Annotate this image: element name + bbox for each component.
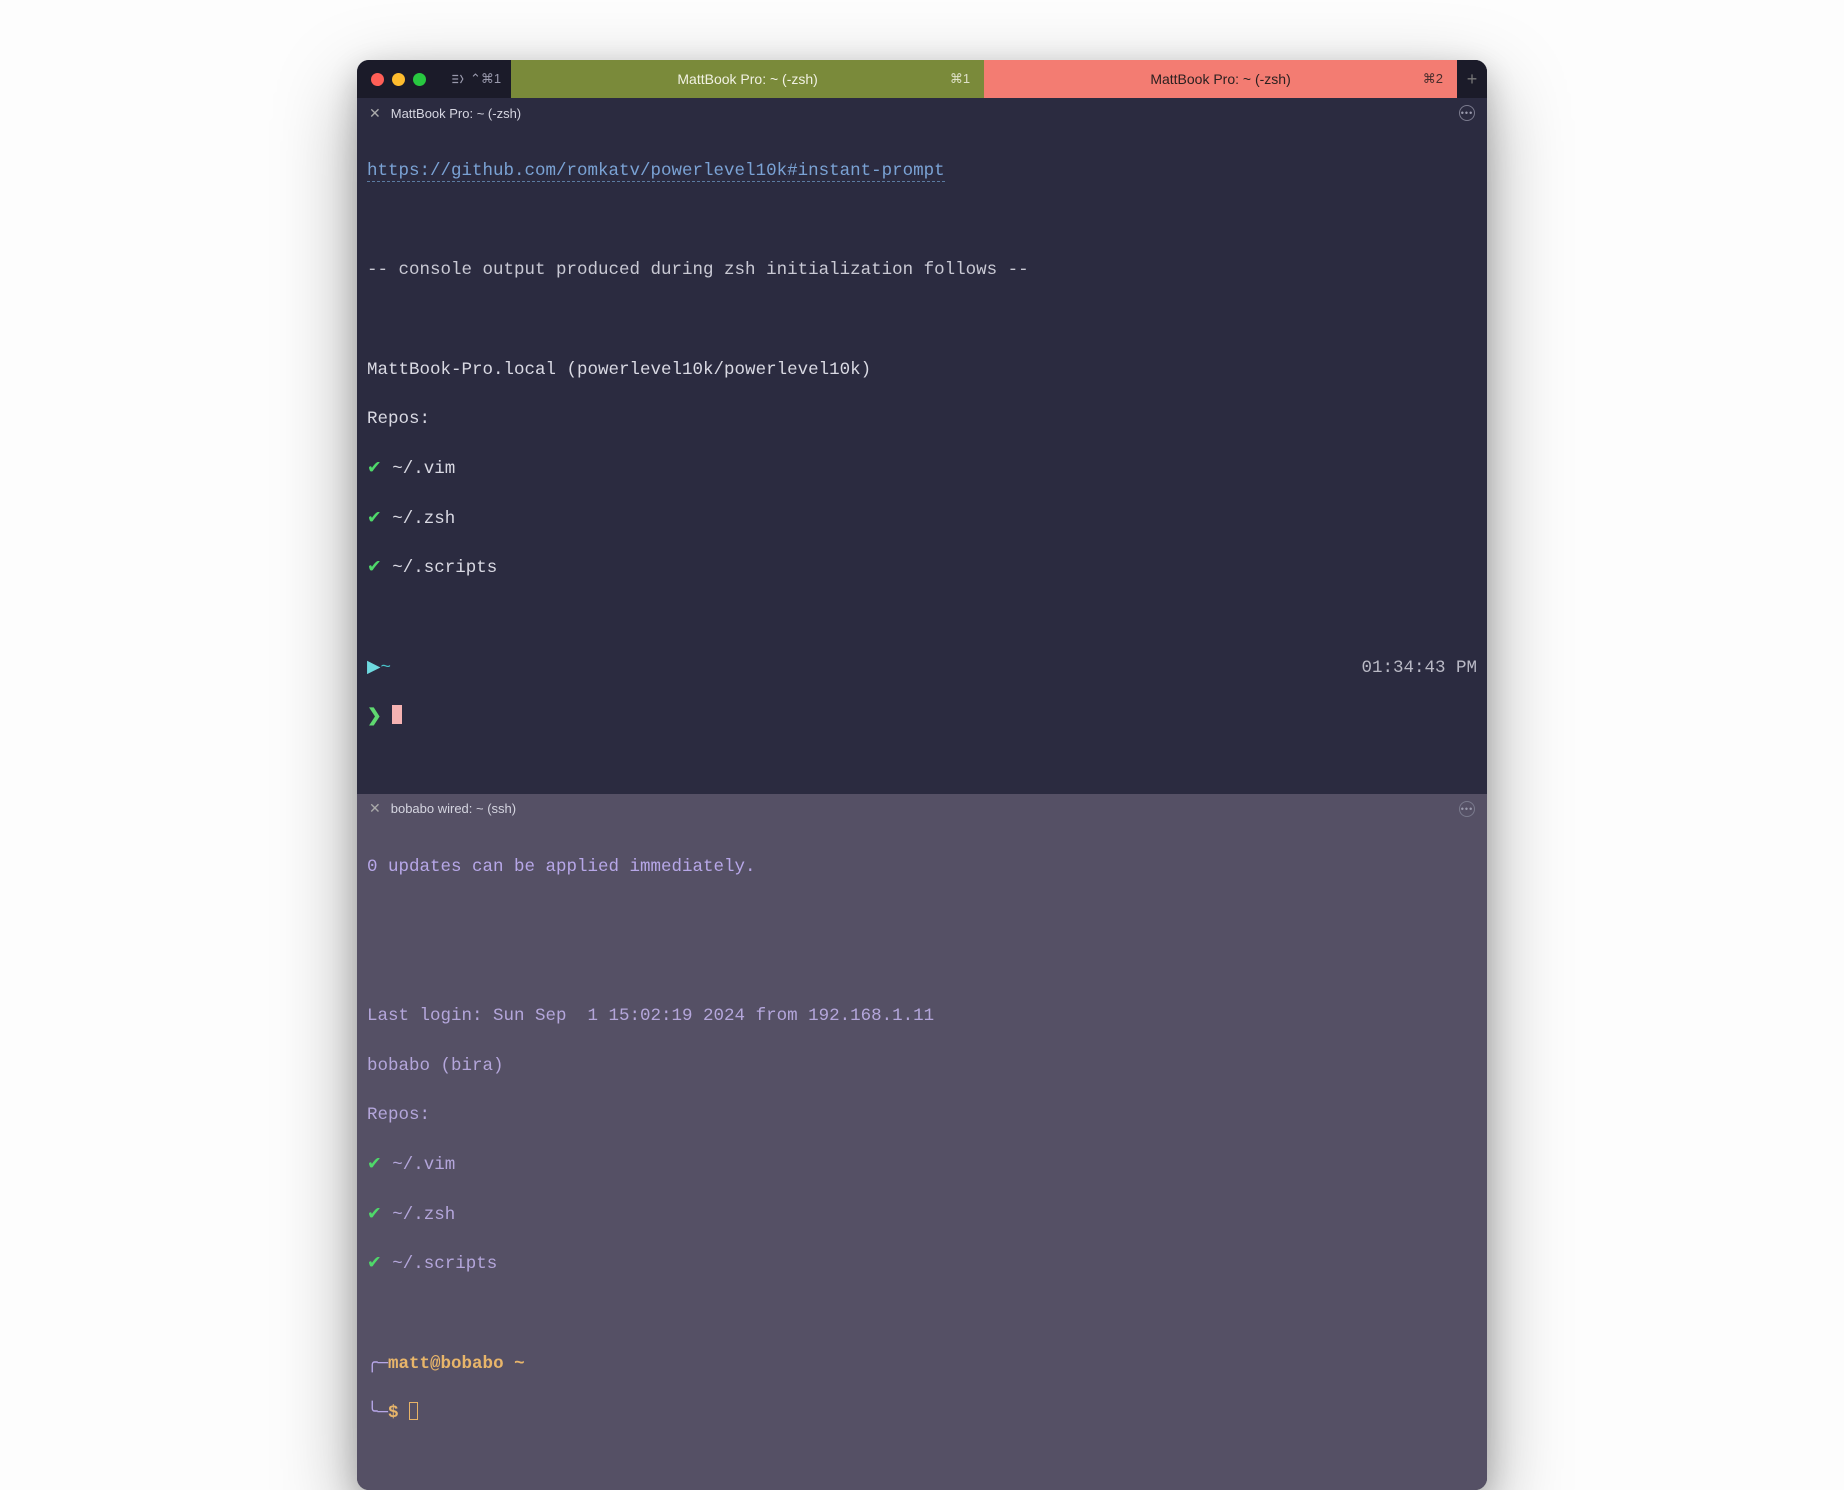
check-icon: ✔ (367, 558, 382, 578)
repo-path: ~/.vim (392, 459, 455, 479)
tab-1[interactable]: MattBook Pro: ~ (-zsh) ⌘1 (511, 60, 984, 98)
prompt-arrow-icon: ▶ (367, 658, 380, 678)
prompt-userhost: matt@bobabo (388, 1354, 504, 1374)
minimize-window-button[interactable] (392, 73, 405, 86)
prompt-corner-bottom: ╰─ (367, 1403, 388, 1423)
url-link[interactable]: https://github.com/romkatv/powerlevel10k… (367, 161, 945, 182)
terminal-window: ⌃⌘1 MattBook Pro: ~ (-zsh) ⌘1 MattBook P… (357, 60, 1487, 1490)
check-icon: ✔ (367, 1254, 382, 1274)
repos-heading: Repos: (367, 1103, 1477, 1128)
repo-path: ~/.vim (392, 1155, 455, 1175)
pane-label-bottom: ✕ bobabo wired: ~ (ssh) ••• (357, 794, 1487, 824)
pane-title: bobabo wired: ~ (ssh) (391, 801, 516, 816)
plus-icon: + (1467, 69, 1478, 90)
check-icon: ✔ (367, 1205, 382, 1225)
repo-path: ~/.zsh (392, 509, 455, 529)
prompt-cwd: ~ (380, 658, 391, 678)
prompt-cwd: ~ (504, 1354, 525, 1374)
tab-shortcut: ⌘2 (1423, 71, 1443, 87)
pane-label-top: ✕ MattBook Pro: ~ (-zsh) ••• (357, 98, 1487, 128)
cursor (392, 705, 402, 724)
prompt-time: 01:34:43 PM (1361, 656, 1477, 681)
init-divider: -- console output produced during zsh in… (367, 258, 1477, 283)
pane-menu-icon[interactable]: ••• (1459, 105, 1475, 121)
window-controls (357, 60, 440, 98)
close-window-button[interactable] (371, 73, 384, 86)
pane-title: MattBook Pro: ~ (-zsh) (391, 106, 521, 121)
tab-label: MattBook Pro: ~ (-zsh) (1150, 71, 1290, 87)
check-icon: ✔ (367, 459, 382, 479)
last-login-line: Last login: Sun Sep 1 15:02:19 2024 from… (367, 1004, 1477, 1029)
tab-label: MattBook Pro: ~ (-zsh) (677, 71, 817, 87)
tab-shortcut: ⌘1 (950, 71, 970, 87)
tab-2[interactable]: MattBook Pro: ~ (-zsh) ⌘2 (984, 60, 1457, 98)
prompt-char: ❯ (367, 707, 382, 727)
terminal-pane-top[interactable]: https://github.com/romkatv/powerlevel10k… (357, 128, 1487, 794)
terminal-pane-bottom[interactable]: 0 updates can be applied immediately. La… (357, 824, 1487, 1490)
repo-path: ~/.scripts (392, 558, 497, 578)
add-tab-button[interactable]: + (1457, 60, 1487, 98)
broadcast-icon (450, 72, 464, 86)
prompt-corner-top: ╭─ (367, 1354, 388, 1374)
zoom-window-button[interactable] (413, 73, 426, 86)
repo-path: ~/.scripts (392, 1254, 497, 1274)
host-line: bobabo (bira) (367, 1054, 1477, 1079)
broadcast-shortcut: ⌃⌘1 (470, 71, 501, 87)
updates-line: 0 updates can be applied immediately. (367, 855, 1477, 880)
titlebar: ⌃⌘1 MattBook Pro: ~ (-zsh) ⌘1 MattBook P… (357, 60, 1487, 98)
prompt-dollar: $ (388, 1403, 399, 1423)
repos-heading: Repos: (367, 407, 1477, 432)
repo-path: ~/.zsh (392, 1205, 455, 1225)
close-pane-icon[interactable]: ✕ (369, 800, 381, 817)
pane-menu-icon[interactable]: ••• (1459, 801, 1475, 817)
close-pane-icon[interactable]: ✕ (369, 105, 381, 122)
cursor (409, 1402, 418, 1420)
broadcast-indicator[interactable]: ⌃⌘1 (440, 60, 511, 98)
check-icon: ✔ (367, 509, 382, 529)
host-line: MattBook-Pro.local (powerlevel10k/powerl… (367, 358, 1477, 383)
check-icon: ✔ (367, 1155, 382, 1175)
